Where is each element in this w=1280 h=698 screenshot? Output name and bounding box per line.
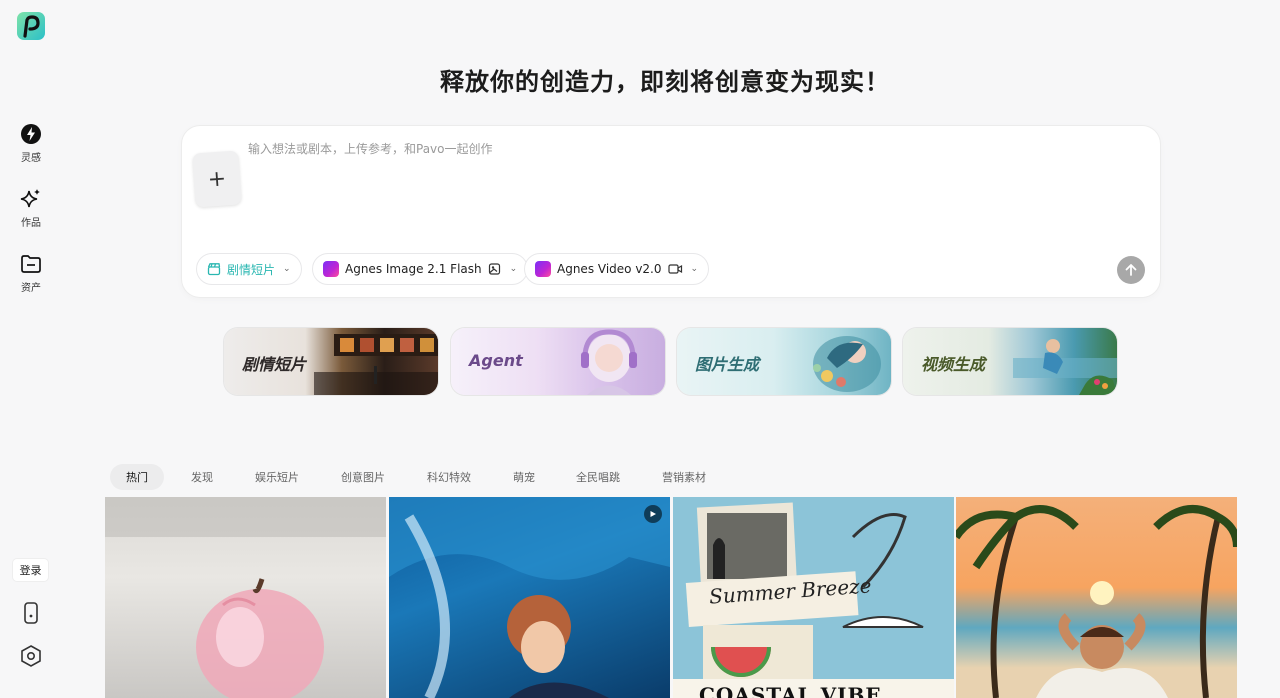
feature-card-label: 视频生成 [921,355,986,374]
pavo-logo-icon[interactable] [17,12,45,40]
tab-hot[interactable]: 热门 [110,464,164,490]
tab-dance[interactable]: 全民唱跳 [560,464,636,490]
collage-subtitle: COASTAL VIBE [699,683,882,698]
feature-card-video-gen[interactable]: 视频生成 [903,328,1117,395]
image-settings-icon [488,263,500,275]
mobile-app-icon[interactable] [19,601,43,625]
gallery-item-ocean-splash[interactable] [389,497,670,698]
video-camera-icon [667,264,682,274]
video-model-chip[interactable]: Agnes Video v2.0 ⌄ [524,253,710,285]
nav-inspiration[interactable]: 灵感 [0,123,62,164]
gallery-item-glass-apple[interactable] [105,497,386,698]
chevron-down-icon: ⌄ [690,264,699,274]
beach-man-image [956,505,1237,698]
gallery-item-summer-collage[interactable]: Summer Breeze COASTAL VIBE [673,497,954,698]
upload-reference-button[interactable]: + [192,150,242,208]
image-gen-illustration [813,336,881,392]
tab-scifi-effects[interactable]: 科幻特效 [411,464,487,490]
tab-marketing[interactable]: 营销素材 [646,464,722,490]
feature-card-label: 图片生成 [695,355,760,374]
mode-selector-label: 剧情短片 [227,262,276,277]
nav-assets[interactable]: 资产 [0,253,62,294]
clapperboard-icon [207,263,221,276]
send-button[interactable] [1117,256,1145,284]
mode-selector-chip[interactable]: 剧情短片 ⌄ [196,253,302,285]
video-model-label: Agnes Video v2.0 [557,262,662,276]
page-headline: 释放你的创造力，即刻将创意变为现实！ [440,68,890,96]
ocean-splash-image [389,497,670,698]
image-model-chip[interactable]: Agnes Image 2.1 Flash ⌄ [312,253,529,285]
nav-inspiration-label: 灵感 [21,153,41,164]
prompt-input[interactable] [248,142,1128,156]
film-reel-illustration [314,334,438,395]
folder-icon [21,255,41,273]
video-gen-illustration [1013,339,1117,395]
prompt-composer: + 剧情短片 ⌄ Agnes Image 2.1 Flash ⌄ Agnes V… [182,126,1160,297]
gallery-item-beach-man[interactable] [956,497,1237,698]
chevron-down-icon: ⌄ [283,264,291,274]
nav-works[interactable]: 作品 [0,188,62,229]
feature-card-agent[interactable]: Agent [451,328,665,395]
agent-robot-illustration [581,329,637,395]
sparkle-icon [20,189,40,208]
settings-hexagon-icon[interactable] [19,644,43,668]
arrow-up-icon [1125,264,1137,276]
feature-card-label: 剧情短片 [242,355,307,374]
bolt-icon [21,124,41,144]
nav-assets-label: 资产 [21,283,41,294]
tab-discover[interactable]: 发现 [175,464,229,490]
image-model-label: Agnes Image 2.1 Flash [345,262,482,276]
tab-pets[interactable]: 萌宠 [497,464,551,490]
chevron-down-icon: ⌄ [509,264,518,274]
tab-creative-images[interactable]: 创意图片 [325,464,401,490]
sidebar: 灵感 作品 资产 登录 [0,0,62,698]
agnes-brand-icon [323,261,339,277]
tab-entertainment-shorts[interactable]: 娱乐短片 [239,464,315,490]
feature-card-short-film[interactable]: 剧情短片 [224,328,438,395]
nav-works-label: 作品 [21,218,41,229]
agnes-brand-icon [535,261,551,277]
glass-apple-image [105,497,386,698]
feature-card-image-gen[interactable]: 图片生成 [677,328,891,395]
login-button[interactable]: 登录 [13,559,48,581]
feature-card-label: Agent [469,351,523,370]
play-icon[interactable] [644,505,662,523]
